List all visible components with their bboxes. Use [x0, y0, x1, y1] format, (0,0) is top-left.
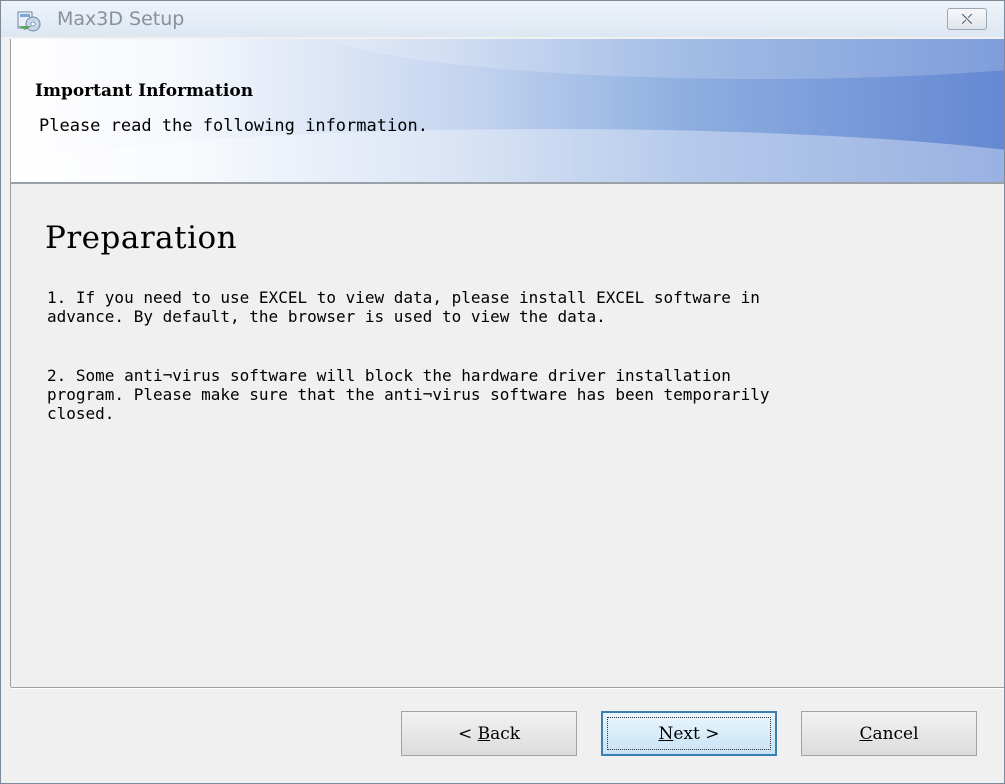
banner-gloss [11, 129, 1004, 183]
back-mnemonic: B [477, 723, 491, 744]
page-heading: Preparation [45, 220, 238, 256]
info-paragraph: 2. Some anti¬virus software will block t… [47, 366, 770, 423]
close-button[interactable]: ⛌ [947, 8, 987, 30]
setup-window: Max3D Setup ⛌ Important Information Plea… [0, 0, 1005, 784]
banner-title: Important Information [35, 81, 254, 101]
focus-rectangle [607, 717, 771, 750]
setup-cd-icon [17, 11, 41, 32]
footer-separator [11, 687, 1004, 689]
cancel-button[interactable]: Cancel [801, 711, 977, 756]
back-button[interactable]: < Back [401, 711, 577, 756]
banner-subtitle: Please read the following information. [39, 116, 428, 136]
title-bar[interactable]: Max3D Setup ⛌ [1, 1, 1004, 37]
back-label-prefix: < [457, 723, 478, 744]
cancel-mnemonic: C [859, 723, 873, 744]
info-paragraph: 1. If you need to use EXCEL to view data… [47, 288, 760, 326]
close-icon: ⛌ [961, 10, 973, 28]
window-title: Max3D Setup [57, 8, 185, 30]
cancel-label-rest: ancel [872, 723, 919, 744]
info-content: Preparation 1. If you need to use EXCEL … [11, 184, 1004, 687]
back-label-rest: ack [490, 723, 521, 744]
banner-gloss-top [311, 39, 1004, 79]
next-button[interactable]: Next > [601, 711, 777, 756]
header-banner: Important Information Please read the fo… [11, 39, 1004, 183]
